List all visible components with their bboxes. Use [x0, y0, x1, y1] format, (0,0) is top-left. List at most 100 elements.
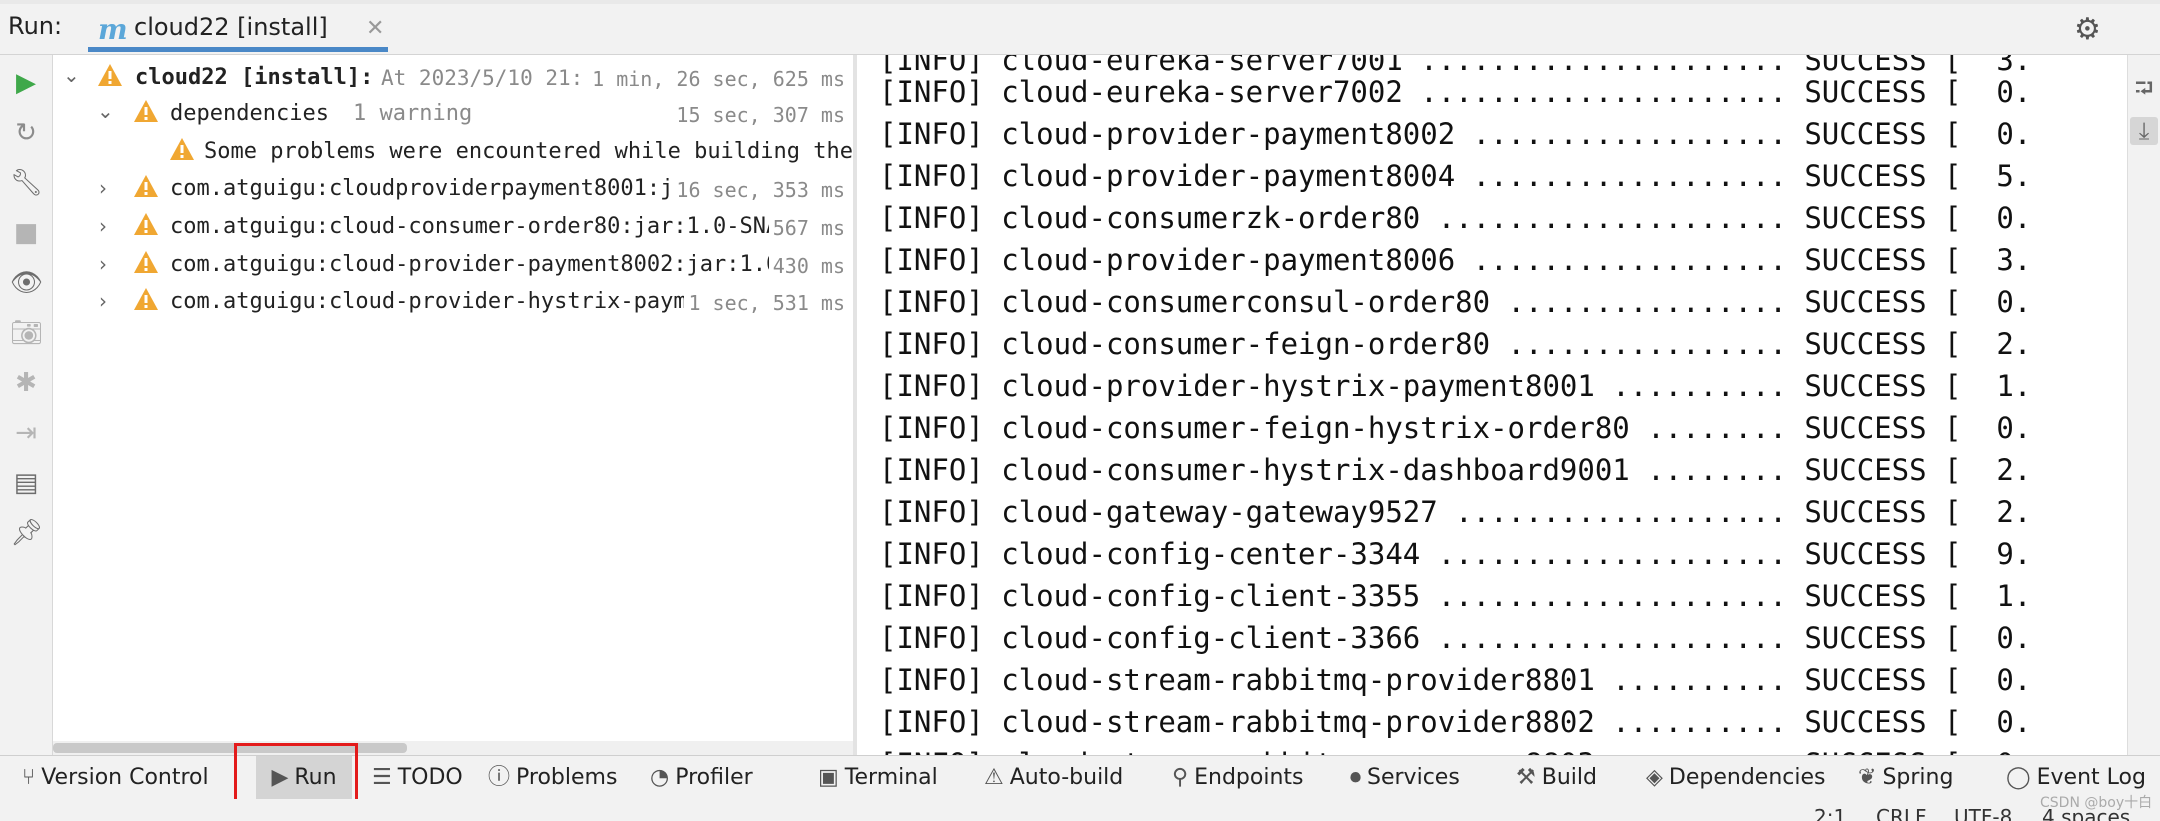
bottom-tab-label: Endpoints	[1194, 765, 1304, 790]
bottom-tab-profiler[interactable]: ◔ Profiler	[650, 756, 753, 800]
run-label: Run:	[8, 12, 63, 40]
tree-root-time: 1 min, 26 sec, 625 ms	[588, 67, 845, 91]
rerun-failed-icon[interactable]: ↻	[10, 117, 42, 149]
soft-wrap-icon[interactable]: ⮒	[2130, 71, 2158, 102]
module-time: 567 ms	[768, 216, 845, 240]
dependencies-detail: 1 warning	[353, 101, 473, 126]
tree-root-label: cloud22 [install]:	[135, 65, 374, 90]
exit-icon[interactable]: ⇥	[10, 417, 42, 449]
tree-row-problem[interactable]: Some problems were encountered while bui…	[53, 135, 853, 171]
chevron-right-icon[interactable]: ›	[99, 252, 107, 276]
console-line: [INFO] cloud-gateway-gateway9527 .......…	[879, 495, 2032, 529]
warning-icon	[134, 213, 158, 235]
event-log-icon: ◯	[2006, 765, 2031, 790]
console-line: [INFO] cloud-provider-payment8004 ......…	[879, 159, 2032, 193]
problem-label: Some problems were encountered while bui…	[204, 139, 853, 164]
tree-root-detail: At 2023/5/10 21:	[381, 66, 584, 90]
tree-horizontal-scrollbar[interactable]	[53, 741, 853, 755]
bottom-tab-auto-build[interactable]: ⚠ Auto-build	[984, 756, 1123, 800]
hammer-icon: ⚒	[1516, 765, 1536, 790]
bottom-tab-endpoints[interactable]: ⚲ Endpoints	[1172, 756, 1304, 800]
warning-icon	[134, 175, 158, 197]
bottom-tab-label: Terminal	[844, 765, 938, 790]
run-tab-title: cloud22 [install]	[134, 13, 328, 41]
bottom-tab-todo[interactable]: ☰ TODO	[372, 756, 463, 800]
console-line: [INFO] cloud-provider-payment8006 ......…	[879, 243, 2032, 277]
watermark: CSDN @boy十白	[2040, 795, 2153, 811]
module-label: com.atguigu:cloudproviderpayment8001:ja	[170, 176, 687, 201]
tree-row-module[interactable]: › com.atguigu:cloudproviderpayment8001:j…	[53, 172, 853, 208]
endpoints-icon: ⚲	[1172, 765, 1189, 790]
console-line: [INFO] cloud-consumer-hystrix-dashboard9…	[879, 453, 2032, 487]
console-line: [INFO] cloud-consumerzk-order80 ........…	[879, 201, 2032, 235]
line-ending[interactable]: CRLF	[1876, 805, 1927, 821]
build-tree-panel: ⌄ cloud22 [install]: At 2023/5/10 21: 1 …	[53, 55, 853, 755]
rerun-icon[interactable]: ▶	[10, 67, 42, 99]
status-bar: 2:1 CRLF UTF-8 4 spaces	[0, 799, 2160, 821]
console-line: [INFO] cloud-stream-rabbitmq-consumer880…	[879, 747, 2031, 755]
wrench-icon[interactable]: 🔧︎	[10, 167, 43, 199]
console-line: [INFO] cloud-consumerconsul-order80 ....…	[879, 285, 2032, 319]
caret-position[interactable]: 2:1	[1814, 805, 1846, 821]
bottom-tab-problems[interactable]: ⓘ Problems	[488, 756, 617, 800]
debug-icon[interactable]: ✱	[10, 367, 42, 399]
maven-icon: m	[98, 13, 128, 46]
eye-icon[interactable]: 👁︎	[10, 267, 43, 299]
bottom-tab-label: Dependencies	[1668, 765, 1826, 790]
run-tab-cloud22[interactable]: m cloud22 [install] ✕	[88, 4, 388, 52]
console-line: [INFO] cloud-provider-payment8002 ......…	[879, 117, 2032, 151]
spring-icon: ❦	[1858, 765, 1877, 790]
chevron-right-icon[interactable]: ›	[99, 289, 107, 313]
dependencies-label: dependencies	[170, 101, 329, 126]
bottom-tab-label: Auto-build	[1009, 765, 1124, 790]
run-tool-window-header: Run: m cloud22 [install] ✕ ⚙	[0, 0, 2160, 55]
dependencies-time: 15 sec, 307 ms	[672, 103, 845, 127]
console-right-toolbar: ⮒ ⤓	[2127, 55, 2160, 755]
warning-icon	[134, 251, 158, 273]
file-encoding[interactable]: UTF-8	[1954, 805, 2012, 821]
layout-icon[interactable]: ▤	[10, 467, 42, 499]
tree-row-module[interactable]: › com.atguigu:cloud-consumer-order80:jar…	[53, 210, 853, 246]
close-icon[interactable]: ✕	[366, 16, 384, 41]
module-label: com.atguigu:cloud-consumer-order80:jar:1…	[170, 214, 780, 239]
chevron-right-icon[interactable]: ›	[99, 214, 107, 238]
profiler-icon: ◔	[650, 765, 670, 790]
camera-icon[interactable]: 📷︎	[10, 317, 43, 349]
stop-icon[interactable]: ■	[10, 217, 42, 249]
console-output[interactable]: [INFO] cloud-eureka-server7001 .........…	[857, 55, 2127, 755]
bottom-tab-label: Profiler	[675, 765, 753, 790]
console-line: [INFO] cloud-config-center-3344 ........…	[879, 537, 2032, 571]
bottom-tab-terminal[interactable]: ▣ Terminal	[818, 756, 938, 800]
terminal-icon: ▣	[818, 765, 839, 790]
bottom-tab-dependencies[interactable]: ◈ Dependencies	[1646, 756, 1826, 800]
tree-row-module[interactable]: › com.atguigu:cloud-provider-hystrix-pay…	[53, 285, 853, 321]
module-label: com.atguigu:cloud-provider-hystrix-payme	[170, 289, 700, 314]
console-line: [INFO] cloud-provider-hystrix-payment800…	[879, 369, 2032, 403]
bottom-tab-label: Event Log	[2036, 765, 2146, 790]
tree-row-module[interactable]: › com.atguigu:cloud-provider-payment8002…	[53, 248, 853, 284]
pin-icon[interactable]: 📌︎	[10, 517, 43, 549]
warning-icon: ⚠	[984, 765, 1004, 790]
tree-row-dependencies[interactable]: ⌄ dependencies 1 warning 15 sec, 307 ms	[53, 97, 853, 133]
module-label: com.atguigu:cloud-provider-payment8002:j…	[170, 252, 780, 277]
chevron-down-icon[interactable]: ⌄	[63, 63, 80, 87]
layers-icon: ◈	[1646, 765, 1663, 790]
bottom-tab-label: Build	[1541, 765, 1597, 790]
list-icon: ☰	[372, 765, 392, 790]
chevron-down-icon[interactable]: ⌄	[97, 99, 114, 123]
bottom-tab-label: Services	[1367, 765, 1460, 790]
bottom-tab-label: Problems	[516, 765, 618, 790]
branch-icon: ⑂	[22, 765, 36, 790]
bottom-tab-spring[interactable]: ❦ Spring	[1858, 756, 1953, 800]
services-icon: ⏺	[1350, 765, 1362, 790]
warning-icon	[170, 138, 194, 160]
console-line: [INFO] cloud-config-client-3355 ........…	[879, 579, 2032, 613]
tree-root-row[interactable]: ⌄ cloud22 [install]: At 2023/5/10 21: 1 …	[53, 61, 853, 97]
bottom-tab-services[interactable]: ⏺ Services	[1350, 756, 1460, 800]
scroll-to-end-icon[interactable]: ⤓	[2130, 117, 2158, 145]
bottom-tab-version-control[interactable]: ⑂ Version Control	[22, 756, 209, 800]
gear-icon[interactable]: ⚙	[2074, 12, 2101, 47]
chevron-right-icon[interactable]: ›	[99, 176, 107, 200]
console-line: [INFO] cloud-eureka-server7002 .........…	[879, 75, 2032, 109]
bottom-tab-build[interactable]: ⚒ Build	[1516, 756, 1597, 800]
